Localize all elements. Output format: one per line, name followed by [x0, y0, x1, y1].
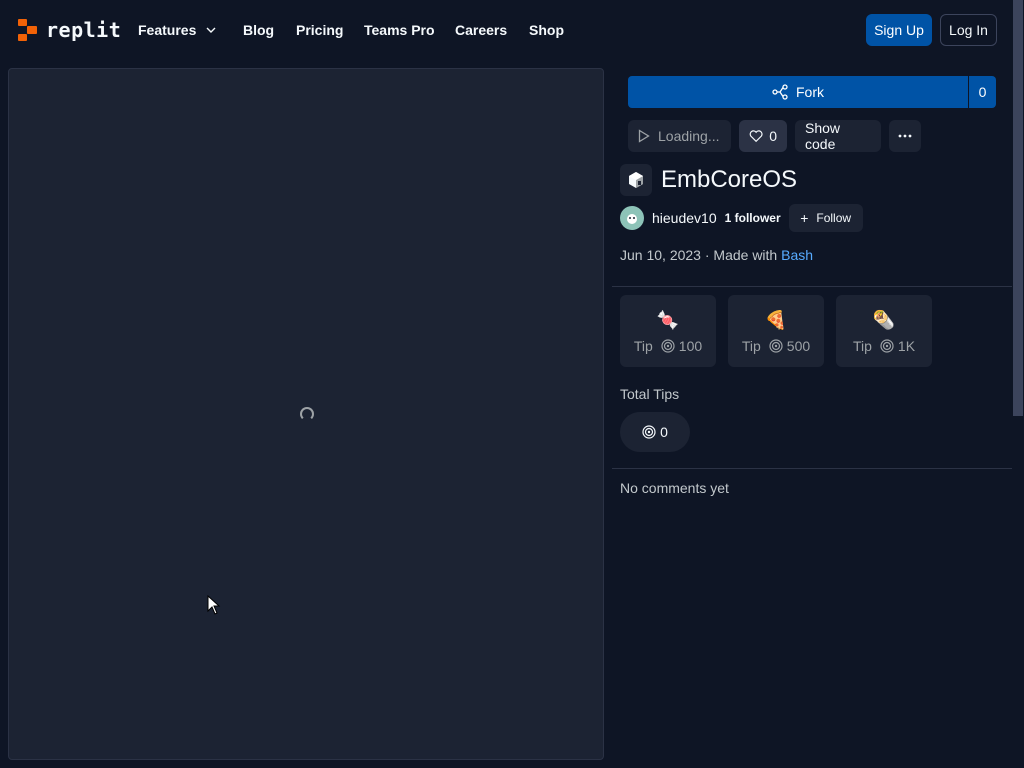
replit-logo[interactable]: replit	[18, 18, 121, 42]
tip-options: 🍬 Tip 100 🍕 Tip 500 🌯 Tip 1K	[620, 295, 944, 367]
repl-preview[interactable]	[8, 68, 604, 760]
brand-name: replit	[46, 18, 122, 42]
author-name[interactable]: hieudev10	[652, 210, 717, 226]
tip-amount: 1K	[897, 338, 916, 354]
like-count: 0	[769, 128, 777, 144]
avatar[interactable]	[620, 206, 644, 230]
cycles-icon	[880, 339, 894, 353]
total-tips-label: Total Tips	[620, 386, 680, 402]
tip-label: Tip	[633, 338, 653, 354]
comments-empty-text: No comments yet	[620, 480, 729, 496]
fork-count[interactable]: 0	[968, 76, 996, 108]
fork-icon	[772, 84, 788, 100]
burrito-icon: 🌯	[872, 310, 896, 330]
sign-up-button[interactable]: Sign Up	[866, 14, 932, 46]
repl-cube-icon	[620, 164, 652, 196]
nav-shop[interactable]: Shop	[529, 22, 564, 38]
more-options-button[interactable]	[889, 120, 921, 152]
tip-amount: 100	[678, 338, 703, 354]
nav-features[interactable]: Features	[138, 22, 216, 38]
replit-logo-icon	[18, 19, 38, 41]
like-button[interactable]: 0	[739, 120, 787, 152]
nav-teams-pro[interactable]: Teams Pro	[364, 22, 435, 38]
cycles-icon	[661, 339, 675, 353]
action-row: Loading... 0 Show code	[628, 120, 929, 152]
loading-spinner-icon	[300, 407, 314, 421]
divider	[612, 468, 1012, 469]
repl-title-row: EmbCoreOS	[620, 164, 797, 196]
nav-blog[interactable]: Blog	[243, 22, 274, 38]
play-icon	[638, 129, 650, 143]
chevron-down-icon	[206, 27, 216, 33]
nav-pricing[interactable]: Pricing	[296, 22, 343, 38]
language-link[interactable]: Bash	[781, 247, 813, 263]
repl-date: Jun 10, 2023	[620, 247, 701, 263]
candy-icon: 🍬	[656, 310, 680, 330]
repl-meta: Jun 10, 2023 · Made with Bash	[620, 247, 813, 263]
tip-label: Tip	[741, 338, 761, 354]
tip-button-500[interactable]: 🍕 Tip 500	[728, 295, 824, 367]
follow-button[interactable]: + Follow	[788, 204, 863, 232]
tip-label: Tip	[852, 338, 872, 354]
pizza-icon: 🍕	[764, 310, 788, 330]
show-code-button[interactable]: Show code	[795, 120, 881, 152]
plus-icon: +	[800, 210, 809, 226]
tip-amount: 500	[786, 338, 811, 354]
cycles-icon	[769, 339, 783, 353]
tip-button-100[interactable]: 🍬 Tip 100	[620, 295, 716, 367]
repl-sidebar: Fork 0 Loading... 0 Show code EmbCoreOS	[612, 62, 1012, 768]
cycles-icon	[642, 425, 656, 439]
fork-button[interactable]: Fork	[628, 76, 968, 108]
run-button[interactable]: Loading...	[628, 120, 731, 152]
scrollbar-thumb[interactable]	[1013, 0, 1023, 416]
divider	[612, 286, 1012, 287]
nav-careers[interactable]: Careers	[455, 22, 507, 38]
follow-label: Follow	[816, 211, 852, 225]
author-row: hieudev10 1 follower + Follow	[620, 204, 863, 232]
more-horizontal-icon	[898, 134, 912, 138]
tip-button-1k[interactable]: 🌯 Tip 1K	[836, 295, 932, 367]
total-tips-value: 0	[660, 424, 668, 440]
heart-icon	[749, 130, 763, 143]
run-label: Loading...	[658, 128, 720, 144]
mouse-cursor-icon	[207, 595, 221, 615]
fork-label: Fork	[796, 84, 824, 100]
fork-group: Fork 0	[628, 76, 996, 108]
top-nav: replit Features Blog Pricing Teams Pro C…	[0, 0, 1024, 62]
follower-count[interactable]: 1 follower	[725, 211, 781, 225]
repl-title: EmbCoreOS	[661, 166, 798, 193]
log-in-button[interactable]: Log In	[940, 14, 997, 46]
nav-features-label: Features	[138, 22, 197, 38]
total-tips-badge: 0	[620, 412, 690, 452]
made-with-prefix: · Made with	[704, 247, 778, 263]
